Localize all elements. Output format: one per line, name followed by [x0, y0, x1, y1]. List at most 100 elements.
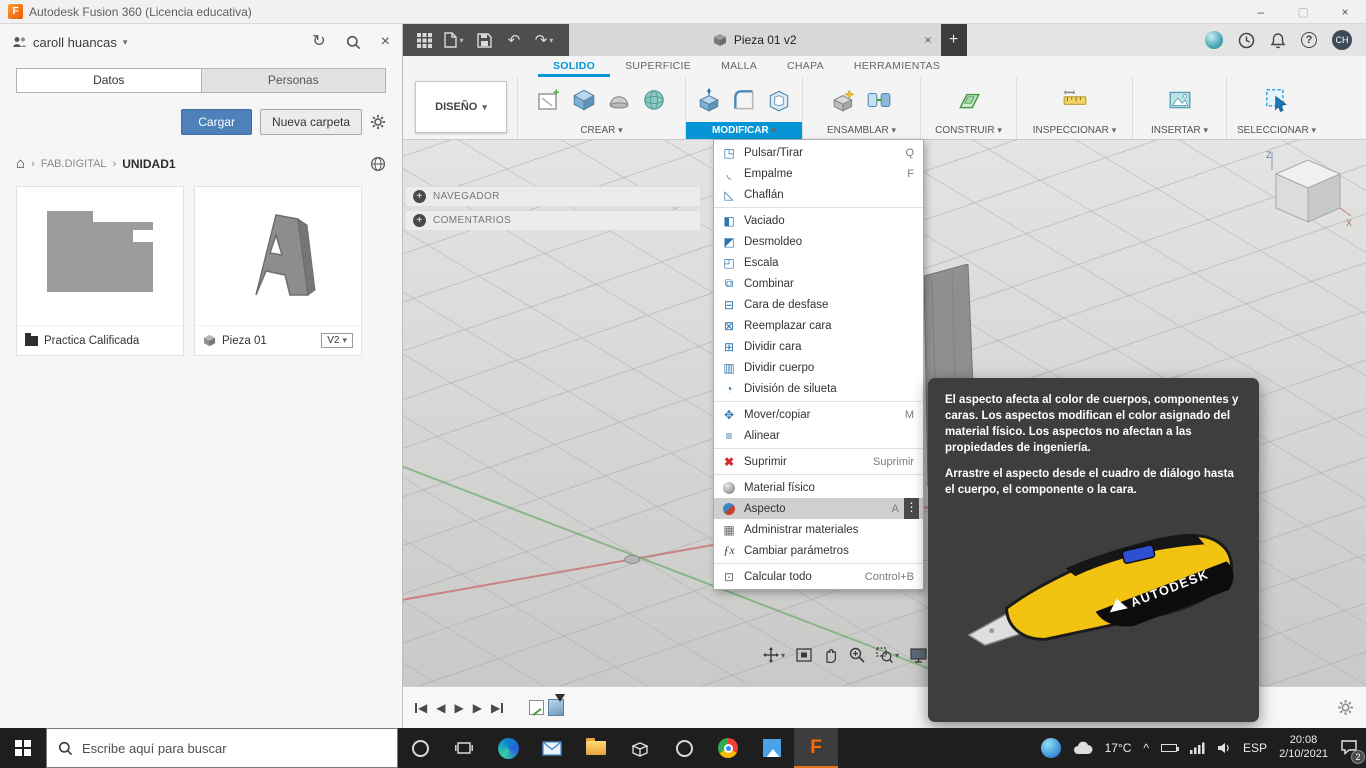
- press-pull-button[interactable]: [694, 82, 724, 118]
- menu-item-combinar[interactable]: ⧉ Combinar: [714, 273, 923, 294]
- menu-item-empalme[interactable]: ◟ Empalme F: [714, 163, 923, 184]
- user-menu[interactable]: caroll huancas ▾: [12, 35, 127, 50]
- create-sketch-button[interactable]: +: [534, 82, 564, 118]
- group-label-seleccionar[interactable]: SELECCIONAR ▾: [1227, 122, 1326, 139]
- maximize-button[interactable]: ▢: [1282, 0, 1324, 24]
- hidden-icons-chevron[interactable]: ^: [1143, 741, 1149, 755]
- folder-card[interactable]: Practica Calificada: [16, 186, 184, 356]
- help-icon[interactable]: ?: [1301, 32, 1317, 48]
- cortana-active-icon[interactable]: [1040, 738, 1061, 758]
- data-panel-toggle-button[interactable]: [411, 24, 437, 56]
- menu-item-administrar-materiales[interactable]: ▦ Administrar materiales: [714, 519, 923, 540]
- account-avatar[interactable]: CH: [1332, 30, 1352, 50]
- action-center-button[interactable]: 2: [1340, 739, 1365, 764]
- app-circle-button[interactable]: [662, 728, 706, 768]
- browser-panel-header[interactable]: + NAVEGADOR: [405, 186, 701, 207]
- group-label-crear[interactable]: CREAR ▾: [518, 122, 685, 139]
- menu-item-reemplazar-cara[interactable]: ⊠ Reemplazar cara: [714, 315, 923, 336]
- fit-view-button[interactable]: [796, 648, 812, 662]
- part-card[interactable]: Pieza 01 V2 ▾: [194, 186, 362, 356]
- fusion-360-taskbar-button[interactable]: F: [794, 728, 838, 768]
- expand-icon[interactable]: +: [413, 190, 426, 203]
- clock-icon[interactable]: [1238, 32, 1255, 49]
- revolve-button[interactable]: [604, 82, 634, 118]
- expand-icon[interactable]: +: [413, 214, 426, 227]
- insert-canvas-button[interactable]: [1165, 82, 1195, 118]
- battery-icon[interactable]: [1161, 744, 1180, 752]
- weather-cloud-icon[interactable]: [1073, 741, 1093, 755]
- undo-button[interactable]: ↶: [501, 24, 527, 56]
- notifications-bell-icon[interactable]: [1270, 32, 1286, 49]
- menu-item-suprimir[interactable]: ✖ Suprimir Suprimir: [714, 451, 923, 472]
- ribbon-tab-chapa[interactable]: CHAPA: [772, 56, 839, 77]
- menu-item-pulsar-tirar[interactable]: ◳ Pulsar/Tirar Q: [714, 142, 923, 163]
- taskbar-search[interactable]: Escribe aquí para buscar: [46, 728, 398, 768]
- menu-item-division-de-silueta[interactable]: ◔ División de silueta: [714, 378, 923, 399]
- workspace-selector[interactable]: DISEÑO ▾: [415, 81, 507, 133]
- new-component-button[interactable]: [829, 82, 859, 118]
- ribbon-tab-superficie[interactable]: SUPERFICIE: [610, 56, 706, 77]
- form-button[interactable]: [639, 82, 669, 118]
- menu-item-vaciado[interactable]: ◧ Vaciado: [714, 210, 923, 231]
- timeline-step-forward-button[interactable]: ▶: [473, 701, 482, 715]
- timeline-go-to-end-button[interactable]: ▶: [491, 701, 504, 715]
- home-icon[interactable]: ⌂: [16, 155, 25, 172]
- job-status-icon[interactable]: [1205, 31, 1223, 49]
- breadcrumb-project[interactable]: FAB.DIGITAL: [41, 158, 107, 170]
- pan-hand-button[interactable]: [823, 647, 838, 663]
- menu-item-cambiar-parametros[interactable]: ƒx Cambiar parámetros: [714, 540, 923, 561]
- menu-item-desmoldeo[interactable]: ◩ Desmoldeo: [714, 231, 923, 252]
- cortana-button[interactable]: [398, 728, 442, 768]
- close-panel-icon[interactable]: ×: [381, 34, 390, 50]
- select-button[interactable]: [1262, 82, 1292, 118]
- menu-item-dividir-cara[interactable]: ⊞ Dividir cara: [714, 336, 923, 357]
- volume-icon[interactable]: [1217, 742, 1231, 754]
- menu-item-alinear[interactable]: ≡ Alinear: [714, 425, 923, 446]
- menu-item-mover-copiar[interactable]: ✥ Mover/copiar M: [714, 404, 923, 425]
- file-explorer-button[interactable]: [574, 728, 618, 768]
- breadcrumb-folder[interactable]: UNIDAD1: [122, 157, 175, 171]
- group-label-construir[interactable]: CONSTRUIR ▾: [921, 122, 1016, 139]
- shell-button[interactable]: [764, 82, 794, 118]
- menu-item-aspecto[interactable]: Aspecto A ⋮: [714, 498, 923, 519]
- redo-button[interactable]: ↷ ▾: [531, 24, 557, 56]
- ribbon-tab-malla[interactable]: MALLA: [706, 56, 772, 77]
- menu-item-escala[interactable]: ◰ Escala: [714, 252, 923, 273]
- origin-marker[interactable]: [624, 555, 640, 564]
- menu-item-material-fisico[interactable]: Material físico: [714, 477, 923, 498]
- timeline-step-back-button[interactable]: ◀: [436, 701, 445, 715]
- close-window-button[interactable]: ×: [1324, 0, 1366, 24]
- edge-button[interactable]: [486, 728, 530, 768]
- menu-item-chaflan[interactable]: ◺ Chaflán: [714, 184, 923, 205]
- new-folder-button[interactable]: Nueva carpeta: [259, 109, 362, 135]
- chrome-button[interactable]: [706, 728, 750, 768]
- search-icon[interactable]: [346, 35, 361, 50]
- save-button[interactable]: [471, 24, 497, 56]
- more-options-icon[interactable]: ⋮: [904, 498, 919, 519]
- network-icon[interactable]: [1189, 742, 1205, 754]
- start-button[interactable]: [0, 728, 46, 768]
- document-tab[interactable]: Pieza 01 v2 ×: [569, 24, 941, 56]
- gear-icon[interactable]: [370, 114, 386, 130]
- joint-button[interactable]: [864, 82, 894, 118]
- minimize-button[interactable]: –: [1240, 0, 1282, 24]
- view-cube[interactable]: Z X: [1258, 146, 1354, 232]
- version-badge[interactable]: V2 ▾: [321, 333, 353, 348]
- group-label-inspeccionar[interactable]: INSPECCIONAR ▾: [1017, 122, 1132, 139]
- close-tab-icon[interactable]: ×: [924, 33, 931, 47]
- task-view-button[interactable]: [442, 728, 486, 768]
- temperature-text[interactable]: 17°C: [1105, 741, 1132, 755]
- tab-datos[interactable]: Datos: [16, 68, 202, 93]
- sync-icon[interactable]: ↻: [312, 34, 325, 50]
- construction-plane-button[interactable]: [954, 82, 984, 118]
- file-menu-button[interactable]: ▾: [441, 24, 467, 56]
- ribbon-tab-herramientas[interactable]: HERRAMIENTAS: [839, 56, 955, 77]
- mail-button[interactable]: [530, 728, 574, 768]
- zoom-button[interactable]: [849, 647, 865, 663]
- extrude-button[interactable]: [569, 82, 599, 118]
- group-label-modificar[interactable]: MODIFICAR ▾: [686, 122, 802, 139]
- menu-item-dividir-cuerpo[interactable]: ▥ Dividir cuerpo: [714, 357, 923, 378]
- upload-button[interactable]: Cargar: [181, 109, 252, 135]
- menu-item-calcular-todo[interactable]: ⊡ Calcular todo Control+B: [714, 566, 923, 587]
- tab-personas[interactable]: Personas: [201, 68, 386, 93]
